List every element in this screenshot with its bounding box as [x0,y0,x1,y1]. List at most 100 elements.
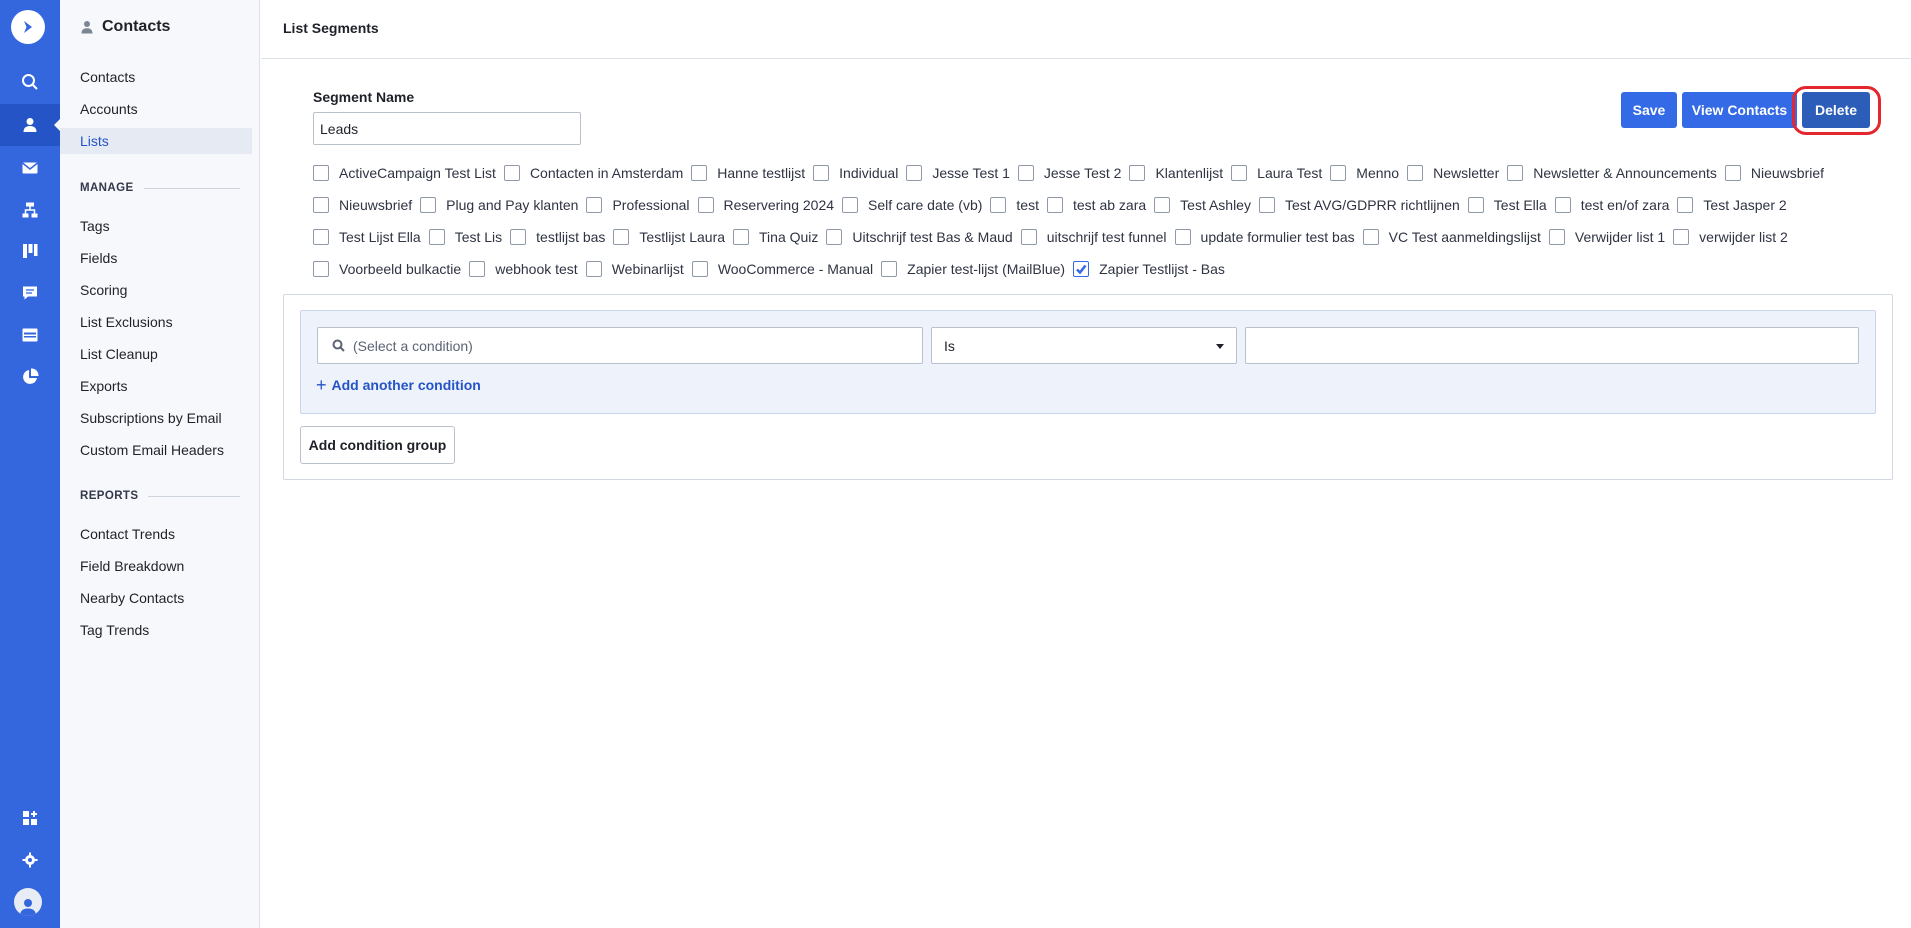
list-checkbox-item[interactable]: Individual [813,165,898,181]
sidebar-item-contact-trends[interactable]: Contact Trends [60,521,252,547]
avatar-icon[interactable] [14,888,42,916]
list-checkbox-item[interactable]: Nieuwsbrief [1724,165,1824,181]
checkbox[interactable] [510,229,527,245]
list-checkbox-item[interactable]: update formulier test bas [1174,229,1355,245]
checkbox[interactable] [1174,229,1191,245]
segment-name-input[interactable] [313,112,581,145]
list-checkbox-item[interactable]: Jesse Test 1 [906,165,1010,181]
checkbox[interactable] [1407,165,1424,181]
operator-dropdown[interactable]: Is [931,327,1237,364]
checkbox[interactable] [1154,197,1171,213]
list-checkbox-item[interactable]: Uitschrijf test Bas & Maud [826,229,1013,245]
sidebar-item-accounts[interactable]: Accounts [60,96,252,122]
list-checkbox-item[interactable]: Test Lijst Ella [313,229,421,245]
add-condition-group-button[interactable]: Add condition group [300,426,455,464]
sidebar-item-exports[interactable]: Exports [60,373,252,399]
list-checkbox-item[interactable]: Test AVG/GDPRR richtlijnen [1258,197,1460,213]
checkbox[interactable] [881,261,898,277]
add-another-condition-link[interactable]: + Add another condition [316,376,481,394]
view-contacts-button[interactable]: View Contacts [1682,92,1797,128]
checkbox[interactable] [313,261,329,277]
sidebar-item-scoring[interactable]: Scoring [60,277,252,303]
list-checkbox-item[interactable]: testlijst bas [510,229,605,245]
checkbox[interactable] [586,197,603,213]
apps-icon[interactable] [0,797,60,839]
sidebar-item-custom-email-headers[interactable]: Custom Email Headers [60,437,252,463]
checkbox[interactable] [1258,197,1275,213]
checkbox[interactable] [1047,197,1063,213]
checkbox[interactable] [1673,229,1690,245]
list-checkbox-item[interactable]: Test Lis [428,229,502,245]
list-checkbox-item[interactable]: Reservering 2024 [697,197,834,213]
list-checkbox-item[interactable]: Test Ella [1467,197,1547,213]
checkbox[interactable] [613,229,630,245]
reports-icon[interactable] [0,356,60,398]
checkbox[interactable] [697,197,714,213]
list-checkbox-item[interactable]: Zapier test-lijst (MailBlue) [881,261,1065,277]
list-checkbox-item[interactable]: Newsletter & Announcements [1507,165,1717,181]
checkbox[interactable] [1467,197,1484,213]
checkbox[interactable] [503,165,520,181]
checkbox[interactable] [733,229,750,245]
checkbox[interactable] [990,197,1007,213]
search-icon[interactable] [0,61,60,103]
checkbox[interactable] [826,229,843,245]
checkbox[interactable] [1129,165,1146,181]
list-checkbox-item[interactable]: Jesse Test 2 [1017,165,1121,181]
list-checkbox-item[interactable]: Voorbeeld bulkactie [313,261,461,277]
list-checkbox-item[interactable]: test [990,197,1039,213]
sidebar-item-tag-trends[interactable]: Tag Trends [60,617,252,643]
checkbox[interactable] [1231,165,1248,181]
checkbox[interactable] [691,165,708,181]
checkbox[interactable] [469,261,486,277]
sidebar-item-list-exclusions[interactable]: List Exclusions [60,309,252,335]
checkbox[interactable] [1017,165,1034,181]
checkbox[interactable] [313,197,329,213]
sidebar-item-tags[interactable]: Tags [60,213,252,239]
sidebar-item-lists[interactable]: Lists [60,128,252,154]
checkbox[interactable] [906,165,923,181]
sidebar-item-fields[interactable]: Fields [60,245,252,271]
checkbox[interactable] [585,261,602,277]
checkbox[interactable] [313,165,329,181]
automations-icon[interactable] [0,189,60,231]
list-checkbox-item[interactable]: Zapier Testlijst - Bas [1073,261,1225,277]
logo-icon[interactable] [11,10,45,44]
condition-select[interactable]: (Select a condition) [317,327,923,364]
list-checkbox-item[interactable]: Hanne testlijst [691,165,805,181]
checkbox[interactable] [813,165,830,181]
list-checkbox-item[interactable]: Laura Test [1231,165,1322,181]
list-checkbox-item[interactable]: Testlijst Laura [613,229,725,245]
checkbox[interactable] [1507,165,1524,181]
checkbox[interactable] [1554,197,1571,213]
list-checkbox-item[interactable]: test ab zara [1047,197,1146,213]
list-checkbox-item[interactable]: Test Ashley [1154,197,1251,213]
list-checkbox-item[interactable]: Professional [586,197,690,213]
list-checkbox-item[interactable]: verwijder list 2 [1673,229,1788,245]
checkbox[interactable] [1677,197,1694,213]
list-checkbox-item[interactable]: Newsletter [1407,165,1499,181]
list-checkbox-item[interactable]: Verwijder list 1 [1548,229,1665,245]
list-checkbox-item[interactable]: webhook test [469,261,578,277]
sidebar-item-subscriptions-by-email[interactable]: Subscriptions by Email [60,405,252,431]
condition-value-input[interactable] [1245,327,1859,364]
list-checkbox-item[interactable]: VC Test aanmeldingslijst [1362,229,1541,245]
checkbox[interactable] [842,197,859,213]
deals-icon[interactable] [0,230,60,272]
checkbox[interactable] [1724,165,1741,181]
sidebar-item-contacts[interactable]: Contacts [60,64,252,90]
list-checkbox-item[interactable]: uitschrijf test funnel [1020,229,1167,245]
list-checkbox-item[interactable]: ActiveCampaign Test List [313,165,496,181]
sidebar-item-nearby-contacts[interactable]: Nearby Contacts [60,585,252,611]
list-checkbox-item[interactable]: Webinarlijst [585,261,684,277]
list-checkbox-item[interactable]: Tina Quiz [733,229,818,245]
mail-icon[interactable] [0,147,60,189]
list-checkbox-item[interactable]: Plug and Pay klanten [420,197,578,213]
conversations-icon[interactable] [0,272,60,314]
checkbox[interactable] [1362,229,1379,245]
website-icon[interactable] [0,314,60,356]
delete-button[interactable]: Delete [1802,92,1870,128]
checkbox[interactable] [1330,165,1347,181]
list-checkbox-item[interactable]: Test Jasper 2 [1677,197,1787,213]
sidebar-item-field-breakdown[interactable]: Field Breakdown [60,553,252,579]
